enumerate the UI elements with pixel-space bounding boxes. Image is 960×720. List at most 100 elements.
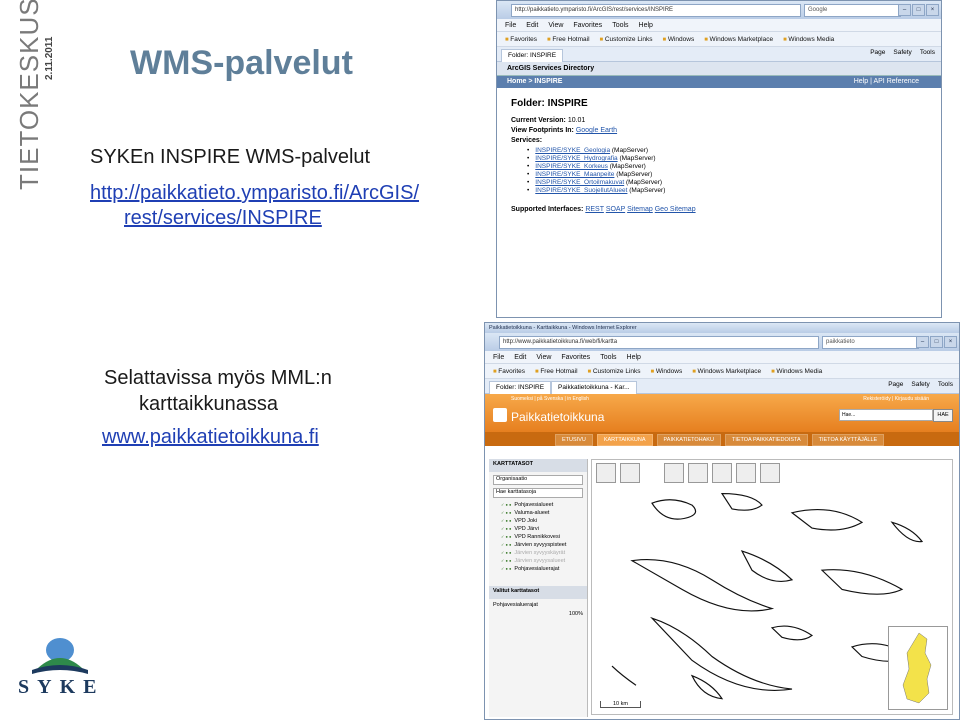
fav-windows[interactable]: Windows [663, 36, 694, 43]
site-logo-text[interactable]: Paikkatietoikkuna [511, 410, 604, 424]
forward-icon[interactable] [620, 463, 640, 483]
close-button[interactable]: × [926, 4, 939, 16]
service-link[interactable]: INSPIRE/SYKE_Maanpeite [535, 171, 614, 178]
layer-item[interactable]: Järvien syvyyskäyrät [501, 549, 587, 556]
service-link[interactable]: INSPIRE/SYKE_SuojellutAlueet [535, 187, 627, 194]
service-link[interactable]: INSPIRE/SYKE_Hydrografia [535, 155, 617, 162]
menu-view[interactable]: View [548, 22, 563, 29]
fav-marketplace[interactable]: Windows Marketplace [704, 36, 774, 43]
layer-item[interactable]: VPD Rannikkovesi [501, 533, 587, 540]
select-tool-icon[interactable] [664, 463, 684, 483]
ags-header: ArcGIS Services Directory [497, 62, 941, 76]
fav-hotmail[interactable]: Free Hotmail [535, 368, 577, 375]
interface-geo-sitemap[interactable]: Geo Sitemap [655, 206, 696, 213]
close-button[interactable]: × [944, 336, 957, 348]
favorites-bar: Favorites Free Hotmail Customize Links W… [497, 32, 941, 47]
menu-view[interactable]: View [536, 354, 551, 361]
minimize-button[interactable]: – [916, 336, 929, 348]
overview-map[interactable] [888, 626, 948, 710]
paikkatietoikkuna-link[interactable]: www.paikkatietoikkuna.fi [102, 426, 319, 449]
page-menu[interactable]: Page [888, 381, 903, 388]
safety-menu[interactable]: Safety [893, 49, 911, 56]
nav-etusivu[interactable]: ETUSIVU [555, 434, 593, 446]
site-search-input[interactable]: Hae... [839, 409, 933, 421]
selected-layer[interactable]: Pohjavesialuerajat [493, 602, 583, 608]
nav-tietoa-paikkatiedoista[interactable]: TIETOA PAIKKATIEDOISTA [724, 434, 808, 446]
service-link[interactable]: INSPIRE/SYKE_Korkeus [535, 163, 608, 170]
google-earth-link[interactable]: Google Earth [576, 127, 617, 134]
interface-rest[interactable]: REST [585, 206, 604, 213]
address-bar[interactable]: http://www.paikkatietoikkuna.fi/web/fi/k… [499, 336, 819, 349]
menu-favorites[interactable]: Favorites [561, 354, 590, 361]
minimize-button[interactable]: – [898, 4, 911, 16]
tools-menu[interactable]: Tools [920, 49, 935, 56]
layer-item[interactable]: Pohjavesialueet [501, 501, 587, 508]
nav-karttaikkuna[interactable]: KARTTAIKKUNA [596, 434, 653, 446]
fav-customize[interactable]: Customize Links [588, 368, 641, 375]
measure-icon[interactable] [712, 463, 732, 483]
fav-customize[interactable]: Customize Links [600, 36, 653, 43]
finland-overview-icon [902, 632, 932, 704]
inspire-link-line2[interactable]: rest/services/INSPIRE [124, 207, 322, 230]
service-link[interactable]: INSPIRE/SYKE_Geologia [535, 147, 610, 154]
menu-file[interactable]: File [493, 354, 504, 361]
layer-item[interactable]: VPD Järvi [501, 525, 587, 532]
map-view[interactable]: 10 km [591, 459, 953, 715]
login-links[interactable]: Rekisteröidy | Kirjaudu sisään [863, 396, 929, 402]
service-item: INSPIRE/SYKE_SuojellutAlueet (MapServer) [527, 187, 927, 194]
interface-soap[interactable]: SOAP [606, 206, 625, 213]
print-icon[interactable] [736, 463, 756, 483]
layer-item[interactable]: VPD Joki [501, 517, 587, 524]
interfaces-label: Supported Interfaces: [511, 206, 584, 213]
services-label: Services: [511, 137, 543, 144]
layer-item[interactable]: Järvien syvyyspisteet [501, 541, 587, 548]
fav-favorites[interactable]: Favorites [505, 36, 537, 43]
ags-body: Folder: INSPIRE Current Version: 10.01 V… [497, 88, 941, 222]
nav-paikkatietohaku[interactable]: PAIKKATIETOHAKU [656, 434, 721, 446]
fav-windows[interactable]: Windows [651, 368, 682, 375]
zoom-box-icon[interactable] [688, 463, 708, 483]
back-icon[interactable] [596, 463, 616, 483]
fav-hotmail[interactable]: Free Hotmail [547, 36, 589, 43]
menu-file[interactable]: File [505, 22, 516, 29]
layer-item[interactable]: Pohjavesialuerajat [501, 565, 587, 572]
site-search-button[interactable]: HAE [933, 409, 953, 422]
fav-favorites[interactable]: Favorites [493, 368, 525, 375]
layer-item[interactable]: Järvien syvyysalueet [501, 557, 587, 564]
tools-menu[interactable]: Tools [938, 381, 953, 388]
menu-help[interactable]: Help [639, 22, 653, 29]
search-input[interactable]: Google [804, 4, 901, 17]
tab-paikkatietoikkuna[interactable]: Paikkatietoikkuna - Kar... [551, 380, 637, 394]
nav-tietoa-kayttajalle[interactable]: TIETOA KÄYTTÄJÄLLE [811, 434, 885, 446]
link-icon[interactable] [760, 463, 780, 483]
page-menu[interactable]: Page [870, 49, 885, 56]
organisation-select[interactable]: Organisaatio [493, 475, 583, 485]
interface-sitemap[interactable]: Sitemap [627, 206, 653, 213]
favorites-bar: Favorites Free Hotmail Customize Links W… [485, 364, 959, 379]
search-input[interactable]: paikkatieto [822, 336, 919, 349]
inspire-link-line1[interactable]: http://paikkatieto.ymparisto.fi/ArcGIS/ [90, 182, 419, 205]
menu-help[interactable]: Help [627, 354, 641, 361]
tab-inspire[interactable]: Folder: INSPIRE [501, 48, 564, 62]
language-links[interactable]: Suomeksi | på Svenska | in English [511, 396, 589, 402]
site-nav: ETUSIVU KARTTAIKKUNA PAIKKATIETOHAKU TIE… [485, 432, 959, 446]
address-bar[interactable]: http://paikkatieto.ymparisto.fi/ArcGIS/r… [511, 4, 801, 17]
menu-edit[interactable]: Edit [526, 22, 538, 29]
opacity-value[interactable]: 100% [493, 611, 583, 617]
safety-menu[interactable]: Safety [911, 381, 929, 388]
fav-media[interactable]: Windows Media [771, 368, 822, 375]
menu-tools[interactable]: Tools [612, 22, 628, 29]
help-links[interactable]: Help | API Reference [854, 76, 919, 88]
service-link[interactable]: INSPIRE/SYKE_Ortoilmakuvat [535, 179, 624, 186]
fav-media[interactable]: Windows Media [783, 36, 834, 43]
layer-filter-input[interactable]: Hae karttatasoja [493, 488, 583, 498]
layer-item[interactable]: Valuma-alueet [501, 509, 587, 516]
menu-edit[interactable]: Edit [514, 354, 526, 361]
menu-favorites[interactable]: Favorites [573, 22, 602, 29]
breadcrumb-path[interactable]: Home > INSPIRE [507, 78, 562, 85]
menu-tools[interactable]: Tools [600, 354, 616, 361]
maximize-button[interactable]: □ [930, 336, 943, 348]
tab-inspire[interactable]: Folder: INSPIRE [489, 380, 552, 394]
maximize-button[interactable]: □ [912, 4, 925, 16]
fav-marketplace[interactable]: Windows Marketplace [692, 368, 762, 375]
